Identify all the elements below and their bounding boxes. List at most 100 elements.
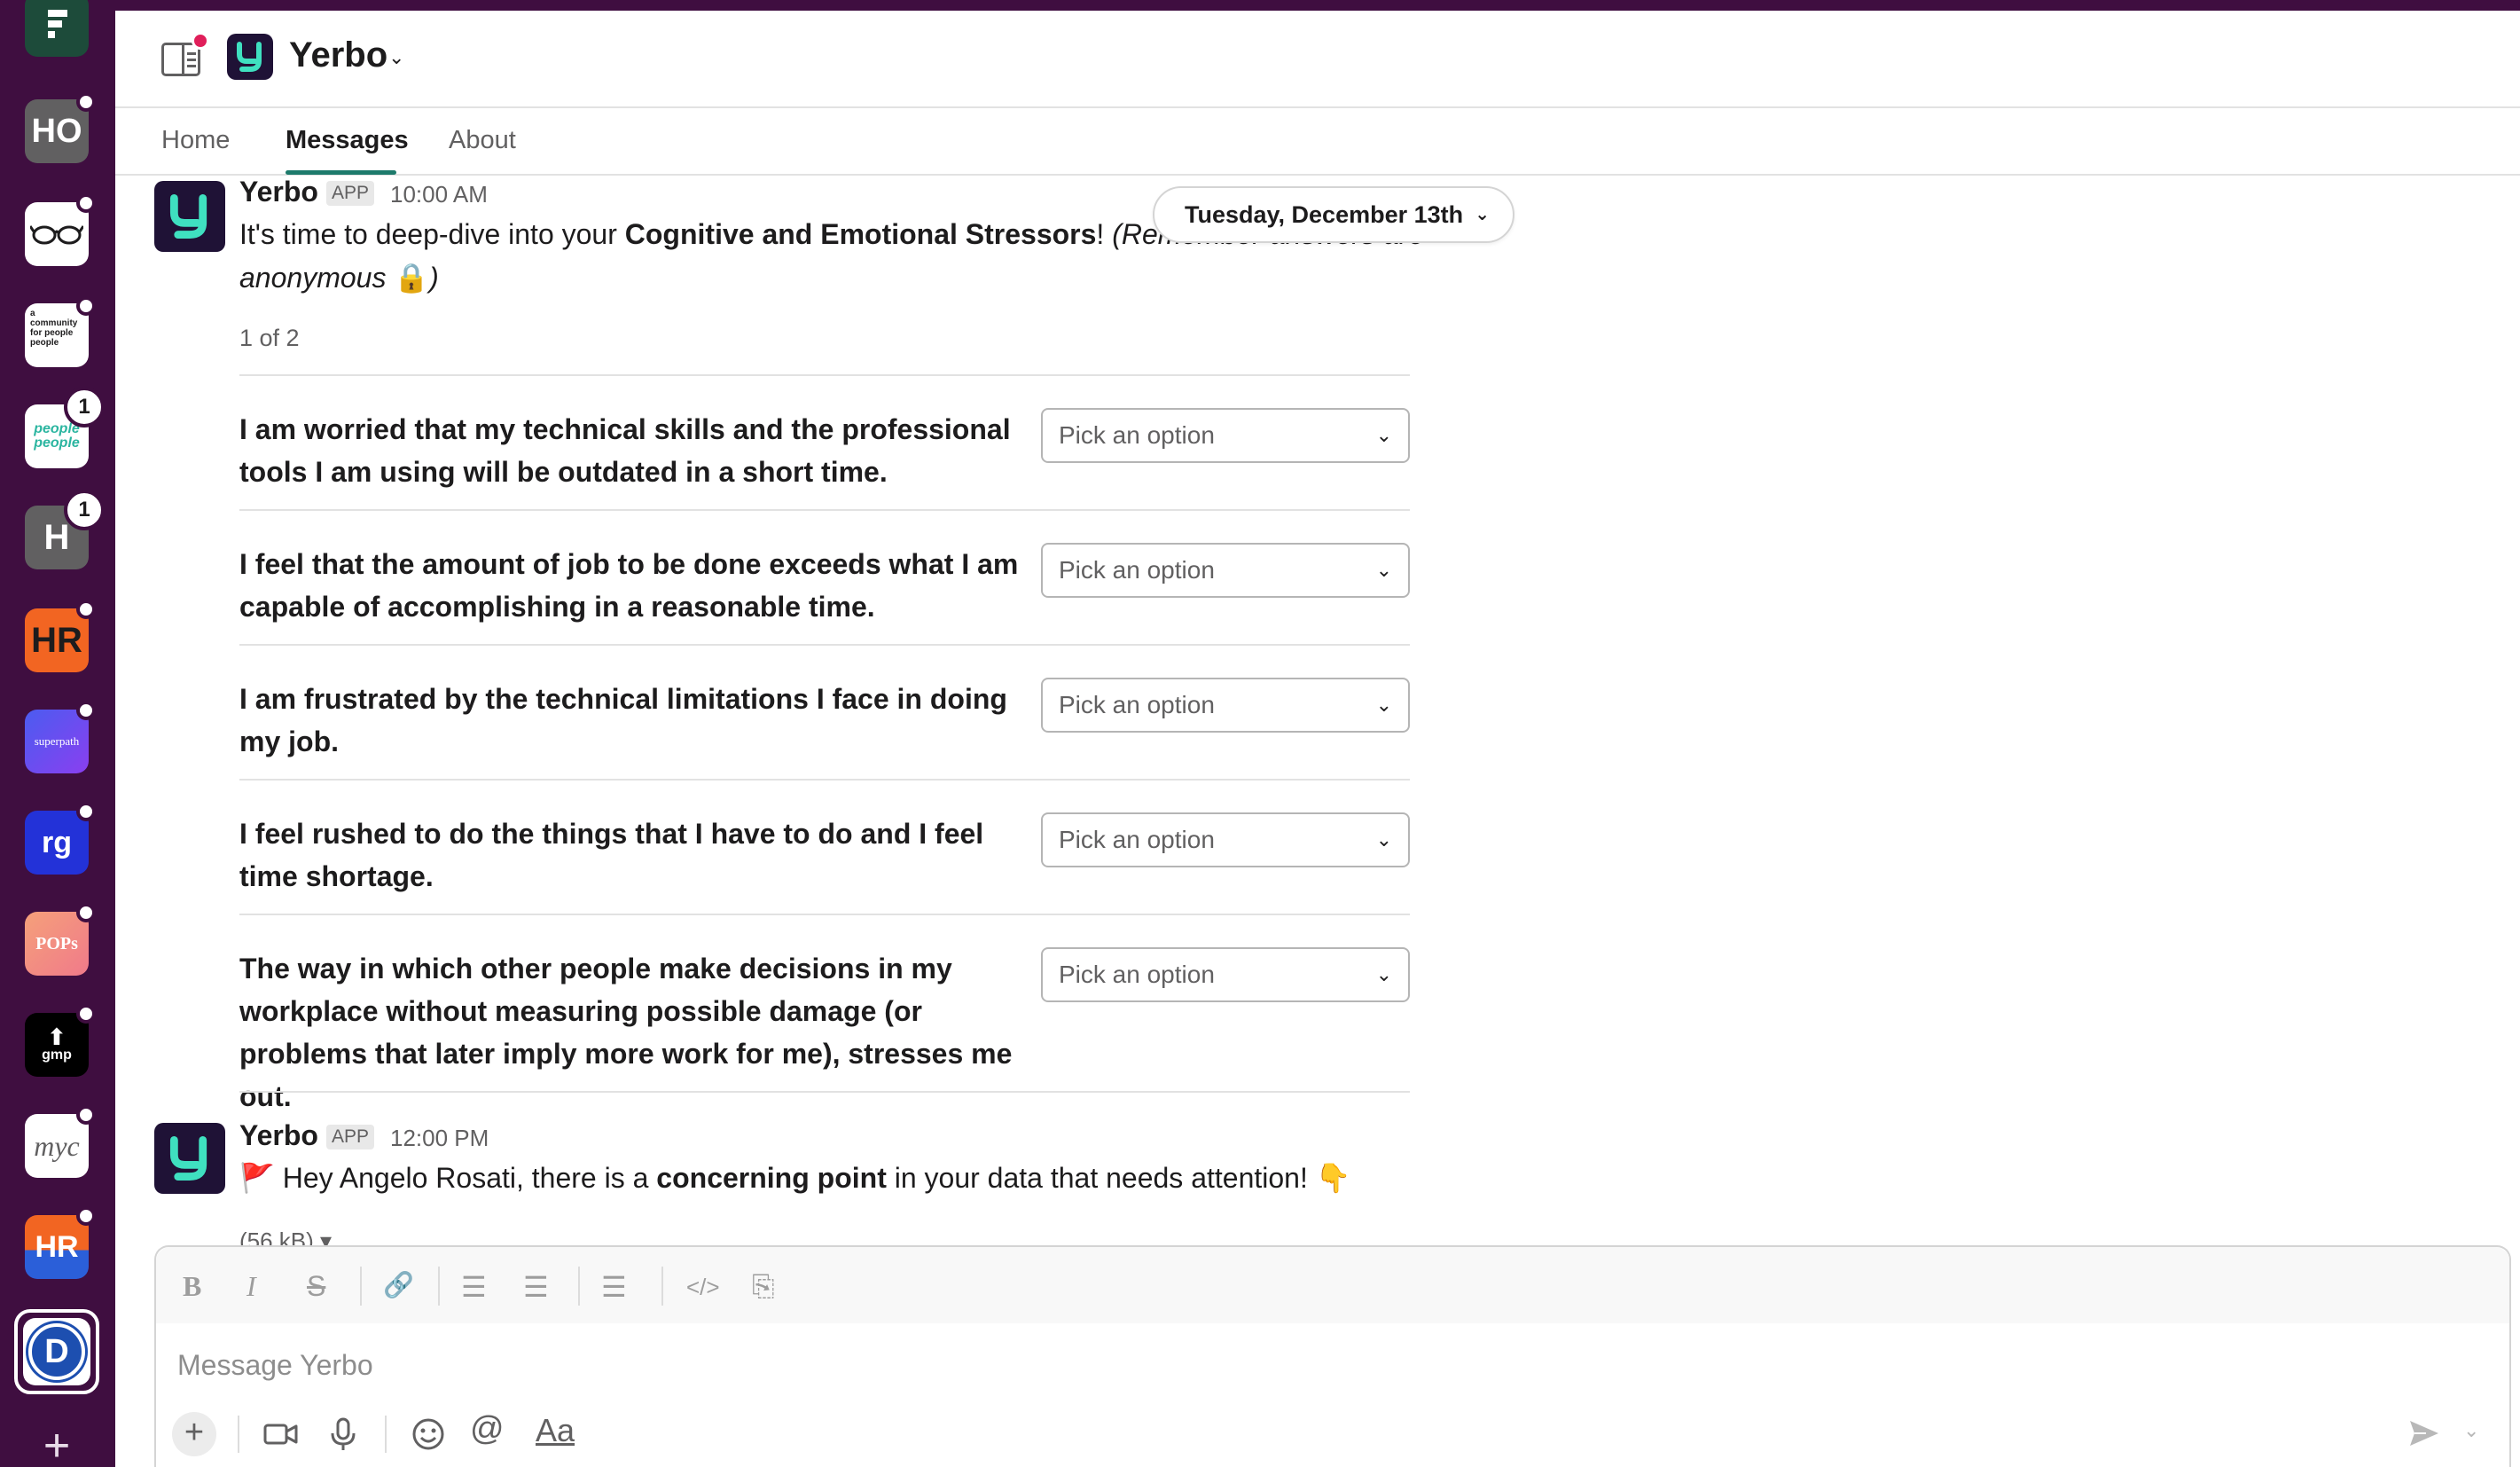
emoji-icon[interactable] [410,1416,447,1457]
arrow-up-icon: ⬆ [47,1024,67,1050]
date-label: Tuesday, December 13th [1185,201,1464,228]
active-tab-indicator [286,170,396,175]
workspace-myc[interactable]: myc [25,1114,89,1178]
app-title[interactable]: Yerbo [289,35,387,75]
add-workspace-button[interactable]: + [35,1423,78,1467]
select-placeholder: Pick an option [1059,826,1215,853]
send-icon[interactable] [2407,1416,2442,1455]
video-clip-icon[interactable] [262,1416,300,1457]
answer-select[interactable]: Pick an option ⌄ [1041,543,1410,598]
message-composer: B I S 🔗 ☰ ☰ ☰ </> ⎘ + @ Aa ⌄ [154,1245,2511,1467]
answer-select[interactable]: Pick an option ⌄ [1041,408,1410,463]
answer-select[interactable]: Pick an option ⌄ [1041,947,1410,1002]
unread-dot [76,600,96,619]
divider [239,509,1410,511]
unread-dot [76,1004,96,1024]
blockquote-icon[interactable]: ☰ [601,1270,627,1304]
answer-select[interactable]: Pick an option ⌄ [1041,678,1410,733]
divider [239,644,1410,646]
message-text: It's time to deep-dive into your [239,218,625,250]
mention-icon[interactable]: @ [470,1410,505,1448]
message-italic-text: ) [429,262,439,294]
toolbar-separator [385,1416,387,1453]
select-placeholder: Pick an option [1059,961,1215,988]
yerbo-logo[interactable] [227,34,273,80]
chevron-down-icon[interactable]: ⌄ [388,46,404,69]
workspace-label: superpath [34,734,80,748]
yerbo-y-icon [237,42,262,72]
chevron-down-icon[interactable]: ⌄ [2463,1419,2479,1442]
tab-about[interactable]: About [449,126,516,155]
message-input[interactable] [177,1343,2483,1387]
toolbar-separator [360,1267,362,1306]
notification-dot [192,32,209,50]
toolbar-separator [578,1267,580,1306]
message-sender[interactable]: Yerbo [239,176,318,208]
tab-home[interactable]: Home [161,126,230,155]
message-body: 🚩 Hey Angelo Rosati, there is a concerni… [239,1157,1569,1200]
workspace-d-active[interactable]: D [14,1309,99,1394]
workspace-label: HO [31,112,82,150]
bold-icon[interactable]: B [183,1270,201,1303]
workspace-superpath[interactable]: superpath [25,710,89,773]
survey-question: I am frustrated by the technical limitat… [239,683,1007,757]
microphone-icon[interactable] [325,1416,362,1457]
answer-select[interactable]: Pick an option ⌄ [1041,812,1410,867]
divider [239,1091,1410,1093]
workspace-label: HR [31,620,82,660]
divider [239,779,1410,781]
message-sender[interactable]: Yerbo [239,1119,318,1152]
message-timestamp[interactable]: 12:00 PM [390,1125,489,1152]
workspace-hacking-hr[interactable]: HR [25,608,89,672]
workspace-pops[interactable]: POPs [25,912,89,976]
unread-dot [76,903,96,922]
yerbo-y-icon [169,194,207,239]
workspace-rg[interactable]: rg [25,811,89,875]
unread-dot [76,1105,96,1125]
divider [239,374,1410,376]
app-tag-badge: APP [326,1125,375,1149]
chevron-down-icon: ⌄ [1375,963,1392,985]
avatar[interactable] [154,1123,225,1194]
code-block-icon[interactable]: ⎘ [752,1270,775,1304]
formatting-toolbar: B I S 🔗 ☰ ☰ ☰ </> ⎘ [156,1247,2509,1323]
message-text: in your data that needs attention! [886,1162,1316,1194]
chevron-down-icon: ⌄ [1475,205,1490,224]
unread-dot [76,92,96,112]
workspace-hr-metrics[interactable]: HR [25,1215,89,1279]
divider [239,914,1410,915]
toolbar-separator [438,1267,440,1306]
workspace-label: rg [42,825,72,859]
strikethrough-icon[interactable]: S [307,1270,325,1303]
app-tabs: Home Messages About [115,108,2520,176]
workspace-label: D [28,1323,85,1380]
avatar[interactable] [154,181,225,252]
select-placeholder: Pick an option [1059,691,1215,718]
message-bold-text: concerning point [656,1162,887,1194]
tab-messages[interactable]: Messages [286,126,409,155]
code-icon[interactable]: </> [686,1274,720,1301]
bullet-list-icon[interactable]: ☰ [523,1270,549,1304]
workspace-label: H [43,517,70,557]
attachment-size-label[interactable]: (56 kB) ▾ [239,1228,332,1245]
chevron-down-icon: ⌄ [1375,694,1392,716]
workspace-rail: HO a community for people people people … [0,0,115,1467]
chevron-down-icon: ⌄ [1375,559,1392,581]
date-divider-pill[interactable]: Tuesday, December 13th ⌄ [1153,186,1514,243]
text-style-icon[interactable]: Aa [536,1412,575,1449]
message-timestamp[interactable]: 10:00 AM [390,181,488,208]
attach-plus-button[interactable]: + [172,1412,216,1456]
unread-dot [76,296,96,316]
ordered-list-icon[interactable]: ☰ [461,1270,487,1304]
workspace-1[interactable] [25,0,89,57]
message-text: ! [1096,218,1113,250]
workspace-gmp[interactable]: ⬆ gmp [25,1013,89,1077]
window-top-strip [0,0,2520,11]
workspace-glasses[interactable] [25,202,89,266]
message-bold-text: Cognitive and Emotional Stressors [624,218,1097,250]
link-icon[interactable]: 🔗 [383,1270,414,1299]
workspace-logo-icon [48,10,67,38]
workspace-label: POPs [35,933,78,953]
channel-header: Yerbo ⌄ [115,11,2520,108]
italic-icon[interactable]: I [247,1270,256,1303]
